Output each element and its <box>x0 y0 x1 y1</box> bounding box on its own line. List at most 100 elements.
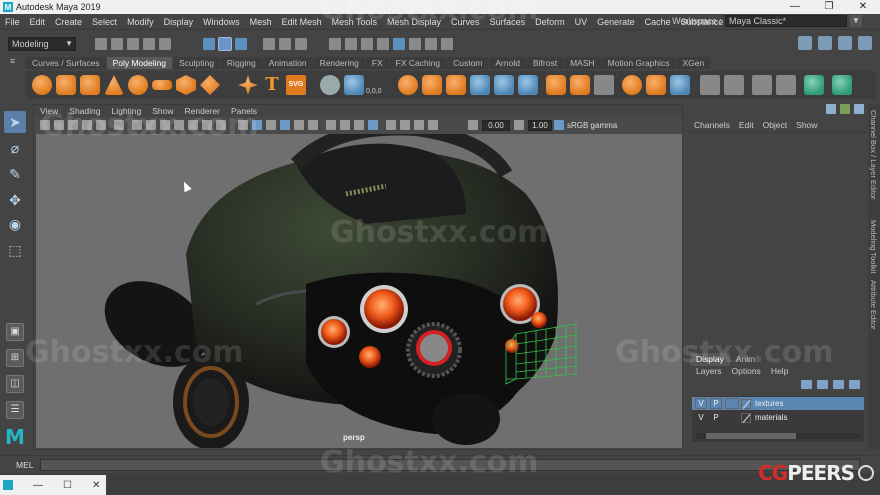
bridge-icon[interactable] <box>494 75 514 95</box>
panel-menu-view[interactable]: View <box>40 106 58 116</box>
channel-menu-show[interactable]: Show <box>796 120 817 130</box>
poly-plane-icon[interactable] <box>152 80 172 90</box>
poly-torus-icon[interactable] <box>128 75 148 95</box>
channel-box-icon[interactable] <box>858 36 872 50</box>
film-gate-icon[interactable] <box>146 120 156 130</box>
menu-set-dropdown[interactable]: Modeling ▼ <box>8 37 76 51</box>
gamma-icon[interactable] <box>514 120 524 130</box>
uv-tool-icon[interactable] <box>832 75 852 95</box>
camera-attributes-icon[interactable] <box>54 120 64 130</box>
grid-icon[interactable] <box>132 120 142 130</box>
multi-cut-icon[interactable] <box>700 75 720 95</box>
viewport-3d[interactable]: persp <box>36 134 682 448</box>
panel-menu-lighting[interactable]: Lighting <box>111 106 141 116</box>
menu-file[interactable]: File <box>0 17 25 27</box>
tab-anim[interactable]: Anim <box>730 353 761 366</box>
snap-grid-icon[interactable] <box>263 38 275 50</box>
xray-joints-icon[interactable] <box>340 120 350 130</box>
shelf-tab-arnold[interactable]: Arnold <box>489 57 526 69</box>
shelf-tab-xgen[interactable]: XGen <box>676 57 711 69</box>
move-layer-up-icon[interactable] <box>801 380 812 389</box>
layer-menu-help[interactable]: Help <box>771 366 788 376</box>
panel-menu-show[interactable]: Show <box>152 106 173 116</box>
hypershade-icon[interactable] <box>393 38 405 50</box>
field-chart-icon[interactable] <box>188 120 198 130</box>
poly-sphere-icon[interactable] <box>32 75 52 95</box>
svg-tool-icon[interactable]: SVG <box>286 75 306 95</box>
tab-modeling-toolkit[interactable]: Modeling Toolkit <box>869 220 878 274</box>
platonic-solid-icon[interactable] <box>200 75 220 95</box>
shadows-icon[interactable] <box>308 120 318 130</box>
close-button[interactable]: ✕ <box>846 0 880 14</box>
outliner-layout[interactable]: ☰ <box>6 401 24 419</box>
exposure-field[interactable]: 0.00 <box>482 120 510 131</box>
menu-display[interactable]: Display <box>159 17 199 27</box>
workspace-dropdown[interactable]: Maya Classic* <box>725 15 847 27</box>
minimize-button[interactable]: — <box>778 0 812 14</box>
shelf-tab-bifrost[interactable]: Bifrost <box>526 57 564 69</box>
mirror-icon[interactable] <box>398 75 418 95</box>
new-scene-icon[interactable] <box>95 38 107 50</box>
menu-edit-mesh[interactable]: Edit Mesh <box>277 17 327 27</box>
target-weld-icon[interactable] <box>622 75 642 95</box>
tab-display[interactable]: Display <box>690 353 730 366</box>
mel-input[interactable] <box>40 459 860 471</box>
channel-menu-object[interactable]: Object <box>763 120 788 130</box>
shelf-tab-fx-caching[interactable]: FX Caching <box>389 57 447 69</box>
bevel-icon[interactable] <box>518 75 538 95</box>
arnold-ipr-icon[interactable] <box>425 38 437 50</box>
shelf-tab-rigging[interactable]: Rigging <box>220 57 262 69</box>
save-scene-icon[interactable] <box>127 38 139 50</box>
depth-of-field-icon[interactable] <box>428 120 438 130</box>
panel-menu-renderer[interactable]: Renderer <box>185 106 220 116</box>
shelf-tab-animation[interactable]: Animation <box>262 57 313 69</box>
boolean-icon[interactable] <box>446 75 466 95</box>
wireframe-icon[interactable] <box>238 120 248 130</box>
uv-editor-icon[interactable] <box>804 75 824 95</box>
combine-icon[interactable] <box>320 75 340 95</box>
safe-action-icon[interactable] <box>202 120 212 130</box>
select-hierarchy-icon[interactable] <box>203 38 215 50</box>
menu-cache[interactable]: Cache <box>640 17 676 27</box>
two-d-pan-icon[interactable] <box>96 120 106 130</box>
ipr-render-icon[interactable] <box>361 38 373 50</box>
extrude-icon[interactable] <box>470 75 490 95</box>
tab-channel-box-layer-editor[interactable]: Channel Box / Layer Editor <box>869 110 878 200</box>
open-scene-icon[interactable] <box>111 38 123 50</box>
shelf-tab-mash[interactable]: MASH <box>564 57 601 69</box>
undo-icon[interactable] <box>143 38 155 50</box>
anti-aliasing-icon[interactable] <box>414 120 424 130</box>
poly-cone-icon[interactable] <box>104 75 124 95</box>
shelf-tab-poly-modeling[interactable]: Poly Modeling <box>106 57 172 69</box>
snap-curve-icon[interactable] <box>279 38 291 50</box>
menu-windows[interactable]: Windows <box>198 17 245 27</box>
chevron-down-icon[interactable]: ▼ <box>850 15 862 27</box>
sculpt-icon[interactable] <box>776 75 796 95</box>
playback-toggle[interactable]: P <box>710 412 722 423</box>
menu-create[interactable]: Create <box>50 17 87 27</box>
render-icon[interactable] <box>345 38 357 50</box>
arnold-render-icon[interactable] <box>409 38 421 50</box>
layer-menu-layers[interactable]: Layers <box>696 366 722 376</box>
type-tool-icon[interactable]: T <box>262 75 282 95</box>
color-management-icon[interactable] <box>554 120 564 130</box>
poly-cylinder-icon[interactable] <box>80 75 100 95</box>
menu-curves[interactable]: Curves <box>446 17 485 27</box>
four-pane-layout[interactable]: ⊞ <box>6 349 24 367</box>
display-type-toggle[interactable] <box>725 398 739 409</box>
insert-edge-loop-icon[interactable] <box>724 75 744 95</box>
menu-surfaces[interactable]: Surfaces <box>485 17 531 27</box>
channel-menu-channels[interactable]: Channels <box>694 120 730 130</box>
menu-deform[interactable]: Deform <box>530 17 570 27</box>
separate-icon[interactable] <box>344 75 364 95</box>
maximize-button[interactable]: ❐ <box>812 0 846 14</box>
panel-menu-panels[interactable]: Panels <box>231 106 257 116</box>
isolate-select-icon[interactable] <box>368 120 378 130</box>
render-settings-icon[interactable] <box>377 38 389 50</box>
redo-icon[interactable] <box>159 38 171 50</box>
menu-mesh-display[interactable]: Mesh Display <box>382 17 446 27</box>
lasso-tool[interactable]: ⌀ <box>4 137 26 159</box>
new-layer-selected-icon[interactable] <box>849 380 860 389</box>
pin-icon[interactable] <box>826 104 836 114</box>
minimize-button[interactable]: — <box>33 480 43 491</box>
